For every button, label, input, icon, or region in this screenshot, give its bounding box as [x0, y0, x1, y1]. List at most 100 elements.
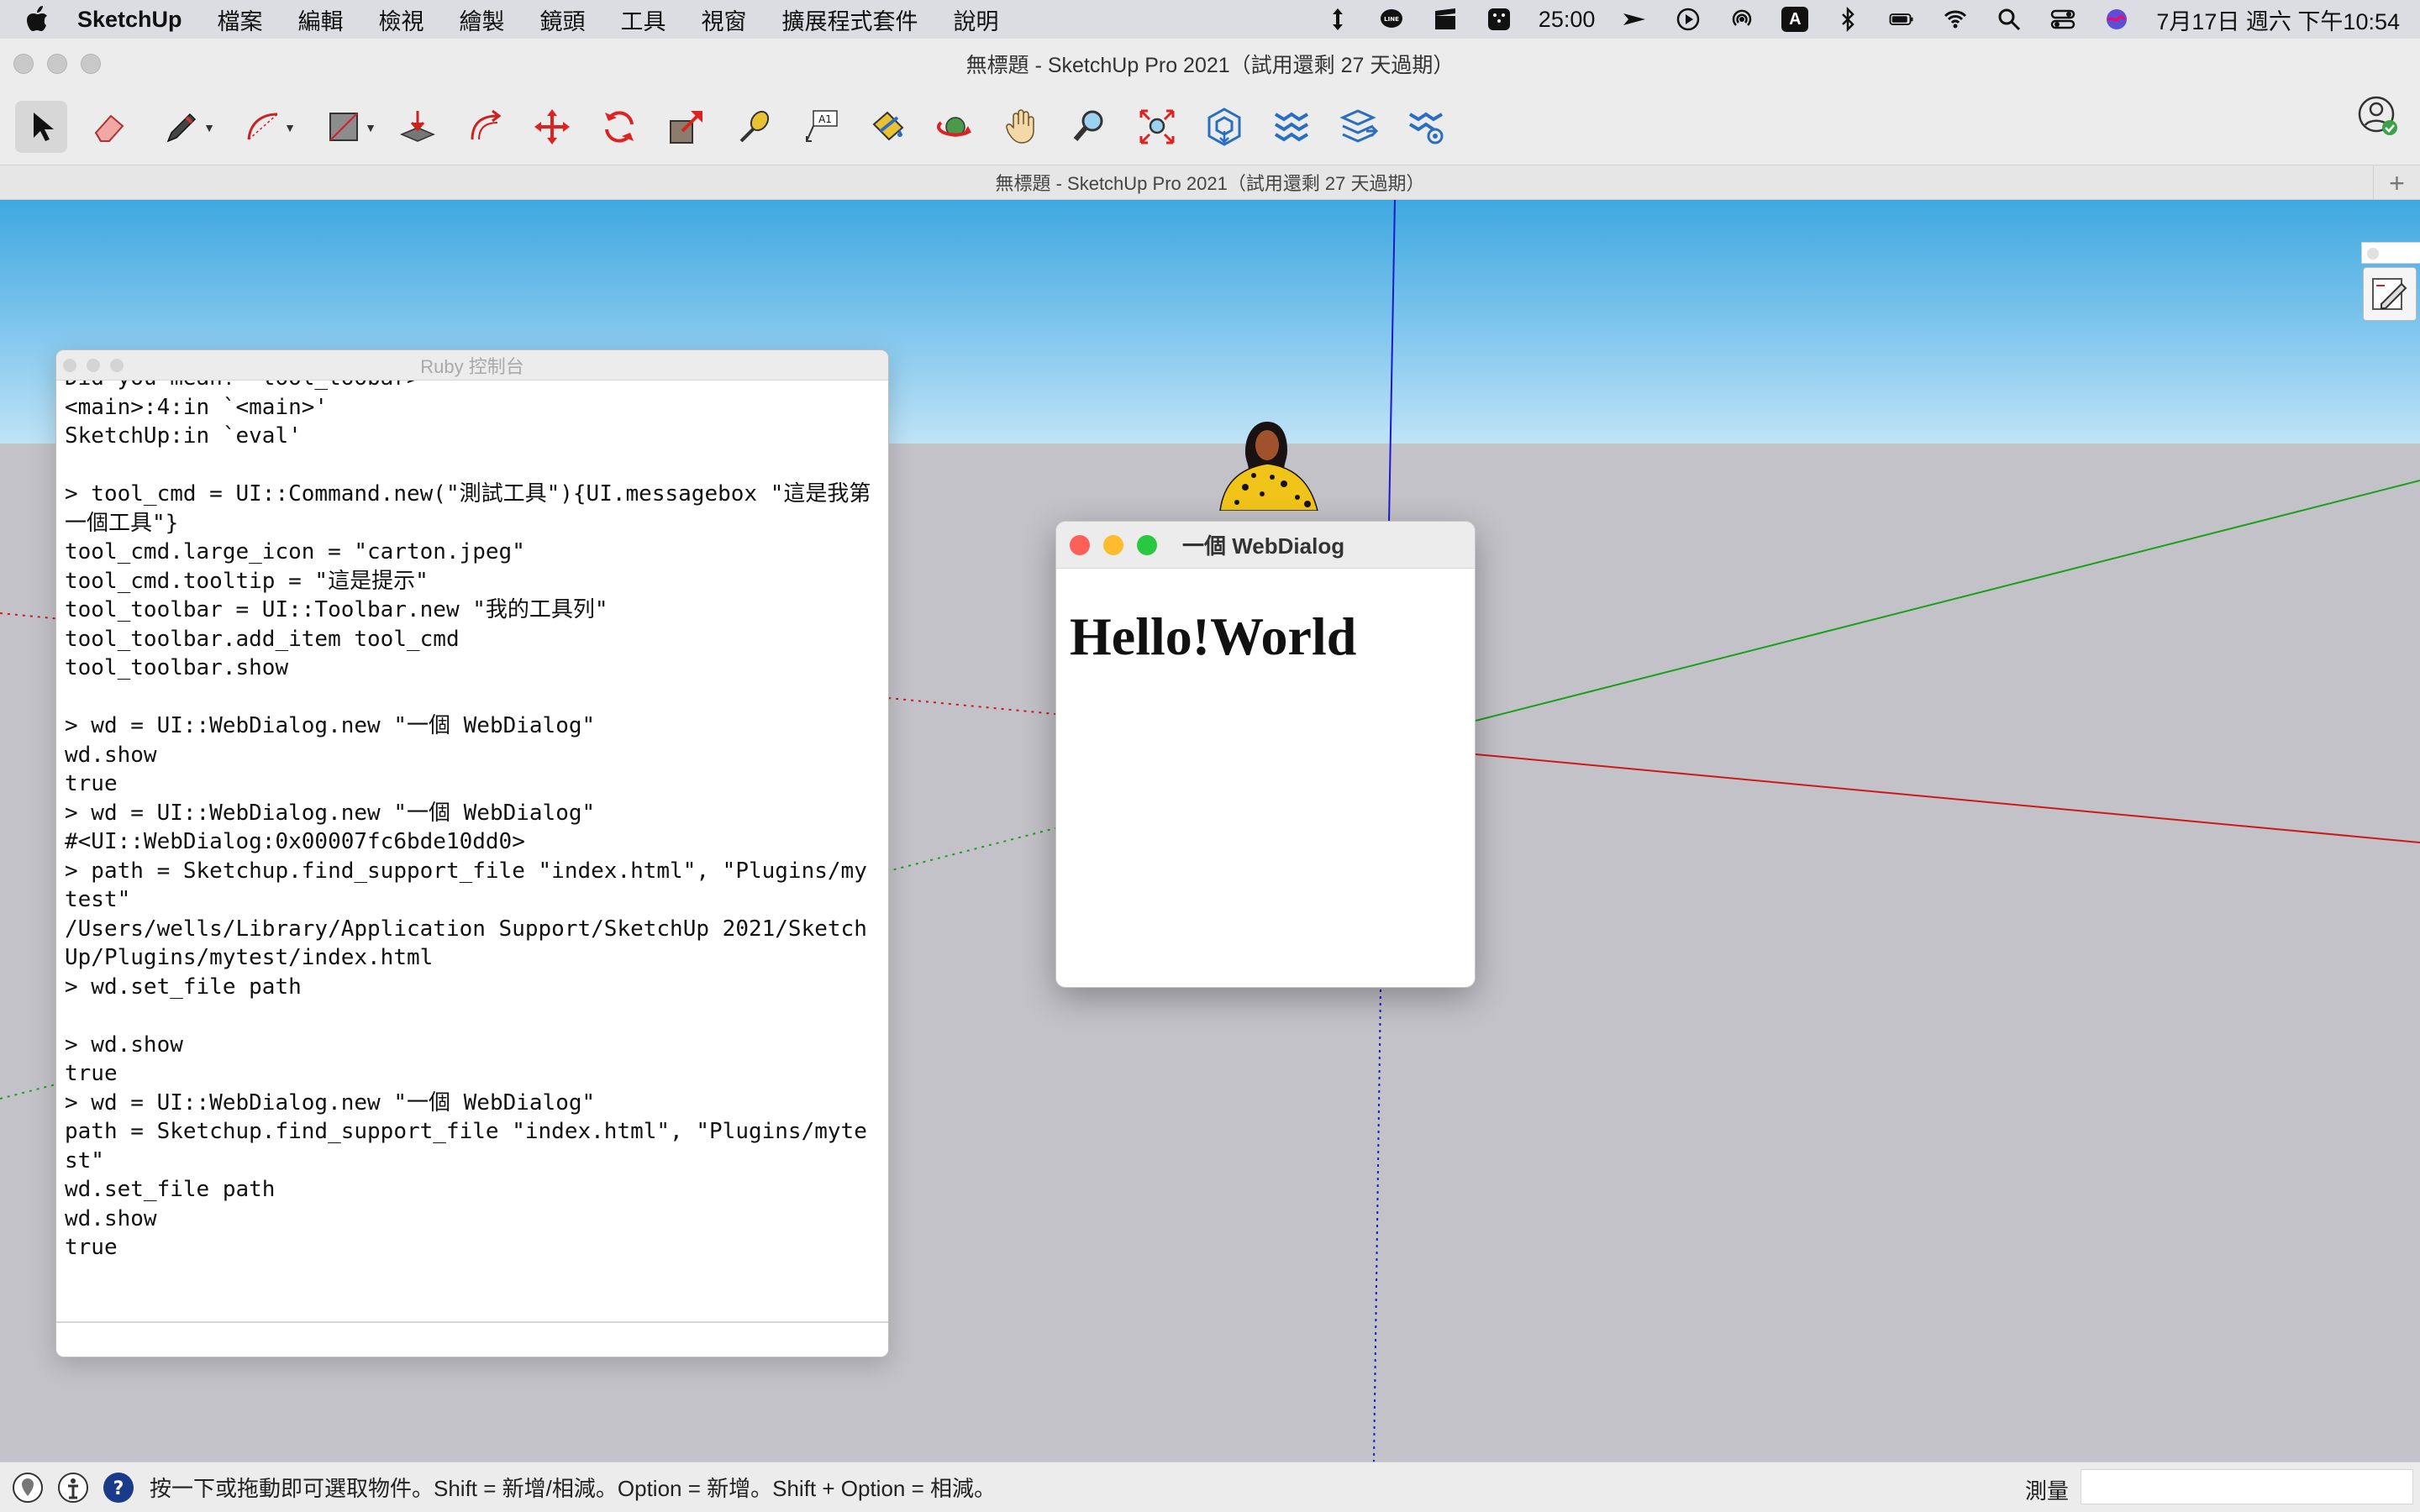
- measurements-input[interactable]: [2081, 1469, 2413, 1504]
- bluetooth-icon[interactable]: [1833, 5, 1862, 34]
- select-tool-button[interactable]: [15, 101, 67, 153]
- battery-icon[interactable]: [1887, 5, 1916, 34]
- eraser-tool-button[interactable]: [82, 101, 134, 153]
- menu-extensions[interactable]: 擴展程式套件: [782, 3, 918, 36]
- console-close-button[interactable]: [63, 359, 76, 372]
- push-pull-tool-button[interactable]: [392, 101, 444, 153]
- webdialog-zoom-button[interactable]: [1137, 535, 1157, 555]
- move-tool-button[interactable]: [526, 101, 578, 153]
- rotate-icon: [605, 111, 634, 143]
- apple-menu-icon[interactable]: [20, 0, 54, 39]
- zoom-extents-tool-button[interactable]: [1131, 101, 1183, 153]
- layout-stack-icon: [1339, 109, 1379, 143]
- arc-tool-button[interactable]: ▼: [230, 101, 296, 153]
- tape-measure-tool-button[interactable]: [728, 101, 780, 153]
- paint-bucket-tool-button[interactable]: [862, 101, 914, 153]
- offset-tool-button[interactable]: [459, 101, 511, 153]
- webdialog-minimize-button[interactable]: [1103, 535, 1123, 555]
- orbit-tool-button[interactable]: [929, 101, 981, 153]
- rectangle-tool-button[interactable]: ▼: [311, 101, 376, 153]
- menubar-clock[interactable]: 7月17日 週六 下午10:54: [2156, 3, 2400, 36]
- airdrop-icon[interactable]: [1728, 5, 1756, 34]
- tray-close-dot[interactable]: [2367, 248, 2379, 260]
- clapper-icon[interactable]: [1431, 5, 1460, 34]
- airmail-icon[interactable]: [1620, 5, 1649, 34]
- control-center-icon[interactable]: [2049, 5, 2077, 34]
- new-tab-button[interactable]: +: [2373, 165, 2420, 201]
- menu-bar: SketchUp 檔案 編輯 檢視 繪製 鏡頭 工具 視窗 擴展程式套件 說明 …: [0, 0, 2420, 39]
- timer-app-icon[interactable]: [1485, 5, 1513, 34]
- webdialog-close-button[interactable]: [1070, 535, 1090, 555]
- green-axis-line: [1475, 480, 2420, 722]
- console-line: tool_cmd.large_icon = "carton.jpeg": [65, 539, 525, 564]
- eraser-icon: [94, 114, 124, 142]
- pan-tool-button[interactable]: [997, 101, 1049, 153]
- console-zoom-button[interactable]: [110, 359, 124, 372]
- svg-text:?: ?: [113, 1478, 124, 1499]
- menu-app-name[interactable]: SketchUp: [77, 7, 182, 33]
- extension-warehouse-icon: [1274, 112, 1309, 142]
- extension-manager-tool-button[interactable]: [1400, 101, 1452, 153]
- extension-warehouse-tool-button[interactable]: [1265, 101, 1318, 153]
- console-line: tool_cmd.tooltip = "這是提示": [65, 568, 429, 594]
- play-circle-icon[interactable]: [1674, 5, 1702, 34]
- account-button[interactable]: [2356, 94, 2400, 138]
- text-tool-button[interactable]: A1: [795, 101, 847, 153]
- scale-figure-person[interactable]: [1203, 410, 1338, 511]
- window-titlebar: 無標題 - SketchUp Pro 2021（試用還剩 27 天過期）: [0, 39, 2420, 89]
- help-icon[interactable]: ?: [101, 1470, 136, 1505]
- menu-tools[interactable]: 工具: [621, 3, 666, 36]
- chevron-down-icon[interactable]: ▼: [203, 121, 215, 134]
- input-source-icon[interactable]: A: [1781, 7, 1809, 32]
- default-tray-button[interactable]: [2363, 267, 2417, 321]
- scale-tool-button[interactable]: [660, 101, 713, 153]
- pan-hand-icon: [1006, 109, 1034, 144]
- menu-edit[interactable]: 編輯: [298, 3, 344, 36]
- close-window-button[interactable]: [13, 54, 34, 74]
- webdialog-titlebar[interactable]: 一個 WebDialog: [1056, 522, 1475, 569]
- menu-view[interactable]: 檢視: [379, 3, 424, 36]
- status-hint-text: 按一下或拖動即可選取物件。Shift = 新增/相減。Option = 新增。S…: [150, 1476, 997, 1501]
- menu-help[interactable]: 說明: [954, 3, 999, 36]
- menu-window[interactable]: 視窗: [702, 3, 747, 36]
- console-line: true: [65, 1235, 118, 1260]
- zoom-window-button[interactable]: [81, 54, 101, 74]
- main-toolbar: ▼ ▼ ▼ A1: [0, 89, 2420, 165]
- warehouse-icon: [1207, 108, 1241, 146]
- siri-icon[interactable]: [2102, 5, 2131, 34]
- document-tab[interactable]: 無標題 - SketchUp Pro 2021（試用還剩 27 天過期）: [995, 169, 1424, 196]
- console-minimize-button[interactable]: [87, 359, 100, 372]
- minimize-window-button[interactable]: [47, 54, 67, 74]
- 3d-warehouse-tool-button[interactable]: [1198, 101, 1250, 153]
- menu-draw[interactable]: 繪製: [460, 3, 505, 36]
- status-bar: ? 按一下或拖動即可選取物件。Shift = 新增/相減。Option = 新增…: [0, 1462, 2420, 1512]
- window-controls: [13, 54, 101, 74]
- chevron-down-icon[interactable]: ▼: [365, 121, 376, 134]
- console-line: tool_toolbar = UI::Toolbar.new "我的工具列": [65, 597, 608, 622]
- ruby-console-titlebar[interactable]: Ruby 控制台: [56, 350, 888, 381]
- ruby-console-window[interactable]: Ruby 控制台 Did you mean? tool_toobar><main…: [55, 349, 889, 1357]
- geo-location-icon[interactable]: [10, 1470, 45, 1505]
- rotate-tool-button[interactable]: [593, 101, 645, 153]
- console-line: Did you mean? tool_toobar>: [65, 381, 878, 393]
- ruby-console-output[interactable]: Did you mean? tool_toobar><main>:4:in `<…: [56, 381, 888, 1323]
- document-tab-bar: 無標題 - SketchUp Pro 2021（試用還剩 27 天過期） +: [0, 165, 2420, 201]
- vertical-arrows-icon[interactable]: [1323, 5, 1352, 34]
- send-to-layout-tool-button[interactable]: [1333, 101, 1385, 153]
- menu-camera[interactable]: 鏡頭: [540, 3, 586, 36]
- zoom-tool-button[interactable]: [1064, 101, 1116, 153]
- chevron-down-icon[interactable]: ▼: [284, 121, 296, 134]
- credits-info-icon[interactable]: [55, 1470, 91, 1505]
- spotlight-search-icon[interactable]: [1995, 5, 2023, 34]
- wifi-icon[interactable]: [1941, 5, 1970, 34]
- console-line: > wd.set_file path: [65, 974, 302, 1000]
- paint-bucket-icon: [872, 111, 904, 141]
- push-pull-icon: [400, 111, 435, 142]
- pencil-tool-button[interactable]: ▼: [150, 101, 215, 153]
- tray-panel-handle[interactable]: [2361, 242, 2420, 264]
- line-app-icon[interactable]: LINE: [1377, 5, 1406, 34]
- ruby-console-input[interactable]: [56, 1321, 888, 1357]
- menu-file[interactable]: 檔案: [218, 3, 263, 36]
- webdialog-window[interactable]: 一個 WebDialog Hello!World: [1055, 521, 1476, 988]
